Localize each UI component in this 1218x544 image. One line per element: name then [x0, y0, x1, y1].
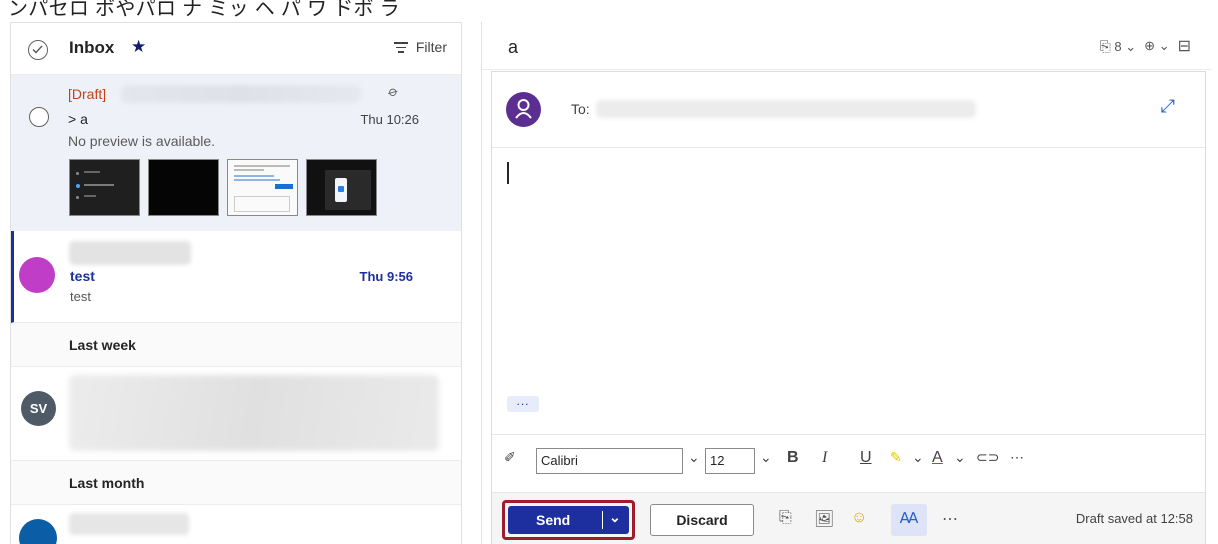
editor-icon[interactable]: Ꜳ: [891, 504, 927, 536]
more-formatting-icon[interactable]: ⋯: [1010, 449, 1024, 466]
link-icon[interactable]: ⊂⊃: [976, 449, 999, 466]
chevron-down-icon[interactable]: ⌄: [912, 449, 924, 466]
message-list-pane: Inbox ★ Filter [Draft] ⌀ > a Thu 10:26 N…: [10, 22, 462, 544]
group-header-last-week: Last week: [11, 323, 461, 367]
attachment-thumbnail[interactable]: [306, 159, 377, 216]
send-button[interactable]: Send ⌄: [508, 506, 629, 534]
avatar: [19, 257, 55, 293]
message-preview: No preview is available.: [68, 133, 216, 149]
font-size-input[interactable]: 12: [705, 448, 755, 474]
zoom-button[interactable]: ⊕ ⌄: [1144, 38, 1169, 54]
message-preview: test: [70, 289, 91, 304]
folder-title: Inbox: [69, 38, 115, 57]
draft-tag: [Draft]: [68, 86, 107, 102]
chevron-down-icon[interactable]: ⌄: [688, 449, 700, 466]
more-options-icon[interactable]: ⋯: [942, 509, 958, 529]
avatar: SV: [21, 391, 56, 426]
chevron-down-icon: ⌄: [1125, 38, 1137, 54]
reading-pane: a ⎘ 8 ⌄ ⊕ ⌄ ⊟ To: ⤢ ... ✐ Calibri ⌄ 12 ⌄…: [481, 22, 1211, 544]
conversation-subject: a: [508, 37, 519, 57]
highlight-icon[interactable]: ✎: [890, 449, 902, 466]
bold-icon[interactable]: B: [787, 449, 799, 467]
attachment-count: 8: [1114, 38, 1122, 54]
message-item-draft[interactable]: [Draft] ⌀ > a Thu 10:26 No preview is av…: [11, 75, 461, 231]
send-options-chevron-icon[interactable]: ⌄: [609, 509, 621, 526]
favorite-star-icon[interactable]: ★: [131, 37, 146, 57]
compose-form: To: ⤢ ... ✐ Calibri ⌄ 12 ⌄ B I U ✎ ⌄ A ⌄…: [491, 71, 1206, 544]
body-editor[interactable]: [507, 162, 509, 184]
emoji-icon[interactable]: ☺: [851, 509, 867, 527]
immersive-reader-icon[interactable]: ⊟: [1178, 36, 1191, 56]
cropped-fragment: ンパセロ ボやパロ ナ ミッ ヘ パ ワ ドボ ラ: [8, 0, 400, 20]
filter-button[interactable]: Filter: [393, 39, 447, 56]
attachment-thumbnail[interactable]: [227, 159, 298, 216]
group-label: Last month: [69, 475, 145, 491]
insert-picture-icon[interactable]: 🖼: [814, 509, 834, 529]
redacted-recipient: [121, 85, 361, 103]
formatting-toolbar: ✐ Calibri ⌄ 12 ⌄ B I U ✎ ⌄ A ⌄ ⊂⊃ ⋯: [492, 434, 1205, 492]
attachment-icon: ⌀: [385, 82, 402, 101]
redacted-message: [69, 375, 439, 451]
avatar: [19, 519, 57, 544]
chevron-down-icon[interactable]: ⌄: [954, 449, 966, 466]
message-time: Thu 9:56: [359, 269, 413, 284]
send-bar: Send ⌄ Discard ⎘ 🖼 ☺ Ꜳ ⋯ Draft saved at …: [492, 492, 1205, 544]
pop-out-icon[interactable]: ⤢: [1161, 96, 1175, 117]
paperclip-icon: ⎘: [1099, 37, 1111, 54]
select-radio[interactable]: [29, 107, 49, 127]
cropped-top-text: ンパセロ ボやパロ ナ ミッ ヘ パ ワ ドボ ラ: [0, 0, 1218, 20]
message-item-test[interactable]: test Thu 9:56 test: [11, 231, 461, 323]
attachment-thumbnail[interactable]: [69, 159, 140, 216]
send-highlight-box: Send ⌄: [502, 500, 635, 540]
draft-saved-status: Draft saved at 12:58: [1075, 511, 1193, 526]
zoom-icon: ⊕: [1144, 38, 1156, 53]
select-all-check-icon[interactable]: [28, 40, 48, 60]
redacted-sender: [69, 241, 191, 265]
header-tools: ⎘ 8 ⌄ ⊕ ⌄ ⊟: [1100, 36, 1191, 56]
underline-icon[interactable]: U: [860, 449, 872, 467]
group-label: Last week: [69, 337, 136, 353]
outlook-window: ンパセロ ボやパロ ナ ミッ ヘ パ ワ ドボ ラ Inbox ★ Filter…: [0, 0, 1218, 544]
attach-file-icon[interactable]: ⎘: [779, 509, 792, 527]
send-label: Send: [536, 512, 571, 528]
message-time: Thu 10:26: [360, 112, 419, 127]
sender-avatar: [506, 92, 541, 127]
attachment-thumbnail[interactable]: [148, 159, 219, 216]
attachment-thumbnails: [69, 159, 377, 216]
chevron-down-icon: ⌄: [1158, 38, 1170, 53]
message-item[interactable]: [11, 505, 461, 544]
discard-button[interactable]: Discard: [650, 504, 754, 536]
font-color-icon[interactable]: A: [932, 449, 943, 467]
chevron-down-icon[interactable]: ⌄: [760, 449, 772, 466]
filter-label: Filter: [415, 39, 447, 56]
send-divider: [602, 511, 603, 529]
format-painter-icon[interactable]: ✐: [504, 449, 516, 466]
show-more-ellipsis-button[interactable]: ...: [507, 395, 539, 412]
to-label: To:: [571, 101, 590, 117]
message-subject: test: [70, 268, 95, 284]
reading-pane-header: a ⎘ 8 ⌄ ⊕ ⌄ ⊟: [482, 22, 1211, 70]
message-list-header: Inbox ★ Filter: [11, 23, 461, 75]
redacted-sender: [69, 513, 189, 535]
group-header-last-month: Last month: [11, 461, 461, 505]
filter-icon: [393, 39, 408, 56]
italic-icon[interactable]: I: [822, 449, 827, 467]
to-row: To: ⤢: [492, 72, 1205, 148]
message-item[interactable]: SV: [11, 367, 461, 461]
to-recipients-field[interactable]: [596, 100, 976, 118]
font-name-input[interactable]: Calibri: [536, 448, 683, 474]
message-subject: > a: [68, 111, 88, 127]
attachment-count-button[interactable]: ⎘ 8 ⌄: [1100, 38, 1137, 55]
